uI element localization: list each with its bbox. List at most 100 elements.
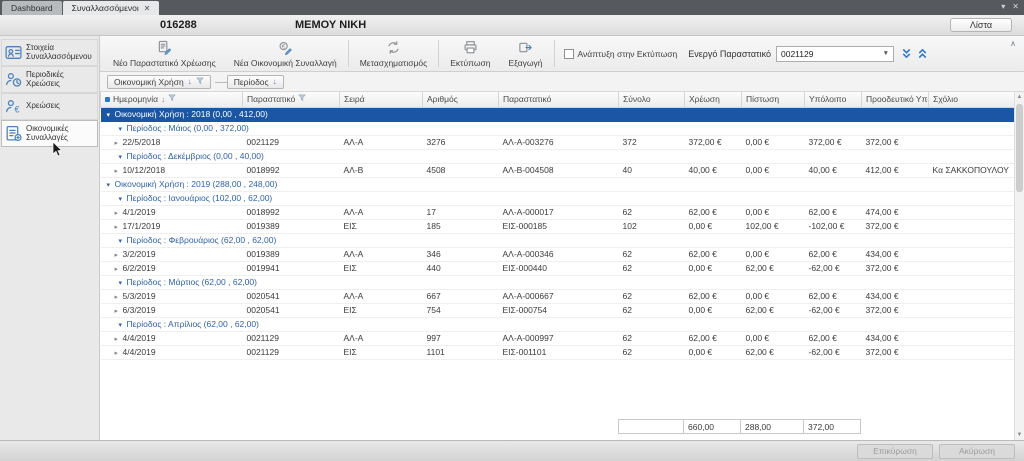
column-header-10[interactable]: Προοδευτικό Υπόλοιπο bbox=[862, 92, 929, 107]
tab-dashboard[interactable]: Dashboard bbox=[2, 1, 62, 15]
fiscal-group-row[interactable]: ▾Οικονομική Χρήση : 2019 (288,00 , 248,0… bbox=[101, 177, 1015, 191]
row-expand-icon[interactable]: ▸ bbox=[115, 293, 123, 301]
filter-icon[interactable] bbox=[298, 94, 306, 104]
table-row[interactable]: ▸17/1/20190019389ΕΙΣ185ΕΙΣ-0001851020,00… bbox=[101, 219, 1015, 233]
sort-ascending-icon[interactable]: ↓ bbox=[161, 95, 165, 104]
collapse-toolbar-icon[interactable]: ∧ bbox=[1006, 37, 1020, 50]
row-expand-icon[interactable]: ▸ bbox=[115, 209, 123, 217]
row-expand-icon[interactable]: ▸ bbox=[115, 349, 123, 357]
table-row[interactable]: ▸3/2/20190019389ΑΛ-Α346ΑΛ-Α-0003466262,0… bbox=[101, 247, 1015, 261]
table-row[interactable]: ▸4/1/20190018992ΑΛ-Α17ΑΛ-Α-0000176262,00… bbox=[101, 205, 1015, 219]
list-button[interactable]: Λίστα bbox=[950, 18, 1012, 32]
column-header-3[interactable]: Σειρά bbox=[340, 92, 423, 107]
table-row[interactable]: ▸5/3/20190020541ΑΛ-Α667ΑΛ-Α-0006676262,0… bbox=[101, 289, 1015, 303]
chevron-down-icon[interactable]: ▼ bbox=[883, 50, 889, 57]
filter-icon[interactable] bbox=[168, 94, 176, 104]
group-chip-2[interactable]: Περίοδος↓ bbox=[227, 75, 284, 89]
group-chip-label: Οικονομική Χρήση bbox=[114, 77, 184, 87]
row-expand-icon[interactable]: ▸ bbox=[115, 265, 123, 273]
cell: 372,00 € bbox=[862, 345, 929, 359]
period-group-row[interactable]: ▾Περίοδος : Μάιος (0,00 , 372,00) bbox=[101, 121, 1015, 135]
column-header-2[interactable]: Παραστατικό bbox=[243, 92, 340, 107]
sidebar-item-4[interactable]: Οικονομικές Συναλλαγές bbox=[1, 120, 98, 147]
tab-close-icon[interactable]: ✕ bbox=[144, 4, 151, 13]
column-header-7[interactable]: Χρέωση bbox=[685, 92, 742, 107]
period-group-row[interactable]: ▾Περίοδος : Δεκέμβριος (0,00 , 40,00) bbox=[101, 149, 1015, 163]
table-row[interactable]: ▸4/4/20190021129ΑΛ-Α997ΑΛ-Α-0009976262,0… bbox=[101, 331, 1015, 345]
column-header-9[interactable]: Υπόλοιπο bbox=[805, 92, 862, 107]
column-header-4[interactable]: Αριθμός bbox=[423, 92, 499, 107]
table-row[interactable]: ▸6/2/20190019941ΕΙΣ440ΕΙΣ-000440620,00 €… bbox=[101, 261, 1015, 275]
sidebar-item-2[interactable]: Περιοδικές Χρεώσεις bbox=[1, 66, 98, 93]
vertical-scrollbar[interactable]: ▲ ▼ bbox=[1014, 92, 1024, 440]
toolbar-button-3[interactable]: Μετασχηματισμός bbox=[351, 37, 436, 70]
column-header-label: Υπόλοιπο bbox=[809, 94, 846, 104]
fiscal-group-row[interactable]: ▾Οικονομική Χρήση : 2018 (0,00 , 412,00) bbox=[101, 107, 1015, 121]
toolbar-button-label: Εξαγωγή bbox=[508, 58, 542, 68]
toolbar-button-2[interactable]: €Νέα Οικονομική Συναλλαγή bbox=[225, 37, 346, 70]
window-close-icon[interactable]: ✕ bbox=[1012, 2, 1019, 11]
scroll-up-icon[interactable]: ▲ bbox=[1015, 92, 1024, 102]
cell: ΑΛ-Α bbox=[340, 205, 423, 219]
column-header-11[interactable]: Σχόλιο bbox=[929, 92, 1015, 107]
table-row[interactable]: ▸22/5/20180021129ΑΛ-Α3276ΑΛ-Α-0032763723… bbox=[101, 135, 1015, 149]
sidebar-item-label: Οικονομικές Συναλλαγές bbox=[26, 125, 95, 142]
cell: 62 bbox=[619, 345, 685, 359]
group-collapse-icon[interactable]: ▾ bbox=[119, 195, 127, 203]
cell: 40,00 € bbox=[685, 163, 742, 177]
group-collapse-icon[interactable]: ▾ bbox=[119, 237, 127, 245]
column-header-1[interactable]: Ημερομηνία↓ bbox=[101, 92, 243, 107]
cell: 0,00 € bbox=[685, 219, 742, 233]
filter-icon[interactable] bbox=[196, 77, 204, 87]
cell bbox=[929, 135, 1015, 149]
group-collapse-icon[interactable]: ▾ bbox=[119, 153, 127, 161]
cell: ΕΙΣ-001101 bbox=[499, 345, 619, 359]
expand-all-icon[interactable] bbox=[898, 37, 914, 70]
cell: 62 bbox=[619, 303, 685, 317]
column-header-6[interactable]: Σύνολο bbox=[619, 92, 685, 107]
table-row[interactable]: ▸4/4/20190021129ΕΙΣ1101ΕΙΣ-001101620,00 … bbox=[101, 345, 1015, 359]
periodic-charges-icon bbox=[4, 70, 23, 89]
sidebar-item-1[interactable]: Στοιχεία Συναλλασσόμενου bbox=[1, 39, 98, 66]
confirm-button[interactable]: Επικύρωση bbox=[857, 444, 933, 459]
table-row[interactable]: ▸10/12/20180018992ΑΛ-Β4508ΑΛ-Β-004508404… bbox=[101, 163, 1015, 177]
column-header-5[interactable]: Παραστατικό bbox=[499, 92, 619, 107]
column-header-8[interactable]: Πίστωση bbox=[742, 92, 805, 107]
period-group-row[interactable]: ▾Περίοδος : Απρίλιος (62,00 , 62,00) bbox=[101, 317, 1015, 331]
cell: ▸5/3/2019 bbox=[101, 289, 243, 303]
cancel-button[interactable]: Ακύρωση bbox=[939, 444, 1015, 459]
toolbar-button-1[interactable]: Νέο Παραστατικό Χρέωσης bbox=[104, 37, 225, 70]
toolbar-button-4[interactable]: Εκτύπωση bbox=[441, 37, 499, 70]
scroll-down-icon[interactable]: ▼ bbox=[1015, 430, 1024, 440]
active-document-combobox[interactable]: 0021129 ▼ bbox=[776, 46, 894, 62]
group-collapse-icon[interactable]: ▾ bbox=[107, 111, 115, 119]
toolbar-button-5[interactable]: Εξαγωγή bbox=[499, 37, 551, 70]
group-collapse-icon[interactable]: ▾ bbox=[119, 125, 127, 133]
collapse-all-icon[interactable] bbox=[914, 37, 930, 70]
window-pin-icon[interactable]: ▾ bbox=[1001, 2, 1005, 11]
row-expand-icon[interactable]: ▸ bbox=[115, 167, 123, 175]
row-expand-icon[interactable]: ▸ bbox=[115, 139, 123, 147]
period-group-row[interactable]: ▾Περίοδος : Φεβρουάριος (62,00 , 62,00) bbox=[101, 233, 1015, 247]
tab-συναλλασσόμενοι[interactable]: Συναλλασσόμενοι✕ bbox=[63, 1, 160, 15]
cell bbox=[929, 345, 1015, 359]
row-expand-icon[interactable]: ▸ bbox=[115, 223, 123, 231]
row-expand-icon[interactable]: ▸ bbox=[115, 251, 123, 259]
sidebar-item-3[interactable]: €Χρεώσεις bbox=[1, 93, 98, 120]
row-expand-icon[interactable]: ▸ bbox=[115, 307, 123, 315]
scrollbar-thumb[interactable] bbox=[1016, 104, 1023, 192]
sort-ascending-icon[interactable]: ↓ bbox=[273, 77, 277, 86]
period-group-row[interactable]: ▾Περίοδος : Μάρτιος (62,00 , 62,00) bbox=[101, 275, 1015, 289]
print-expand-checkbox[interactable] bbox=[564, 49, 574, 59]
group-collapse-icon[interactable]: ▾ bbox=[119, 321, 127, 329]
group-chip-1[interactable]: Οικονομική Χρήση ↓ bbox=[107, 75, 211, 89]
table-row[interactable]: ▸6/3/20190020541ΕΙΣ754ΕΙΣ-000754620,00 €… bbox=[101, 303, 1015, 317]
cell: 62,00 € bbox=[685, 247, 742, 261]
group-collapse-icon[interactable]: ▾ bbox=[119, 279, 127, 287]
scrollbar-track[interactable] bbox=[1015, 102, 1024, 430]
group-collapse-icon[interactable]: ▾ bbox=[107, 181, 115, 189]
cell: ΕΙΣ bbox=[340, 303, 423, 317]
row-expand-icon[interactable]: ▸ bbox=[115, 335, 123, 343]
sort-ascending-icon[interactable]: ↓ bbox=[188, 77, 192, 86]
period-group-row[interactable]: ▾Περίοδος : Ιανουάριος (102,00 , 62,00) bbox=[101, 191, 1015, 205]
